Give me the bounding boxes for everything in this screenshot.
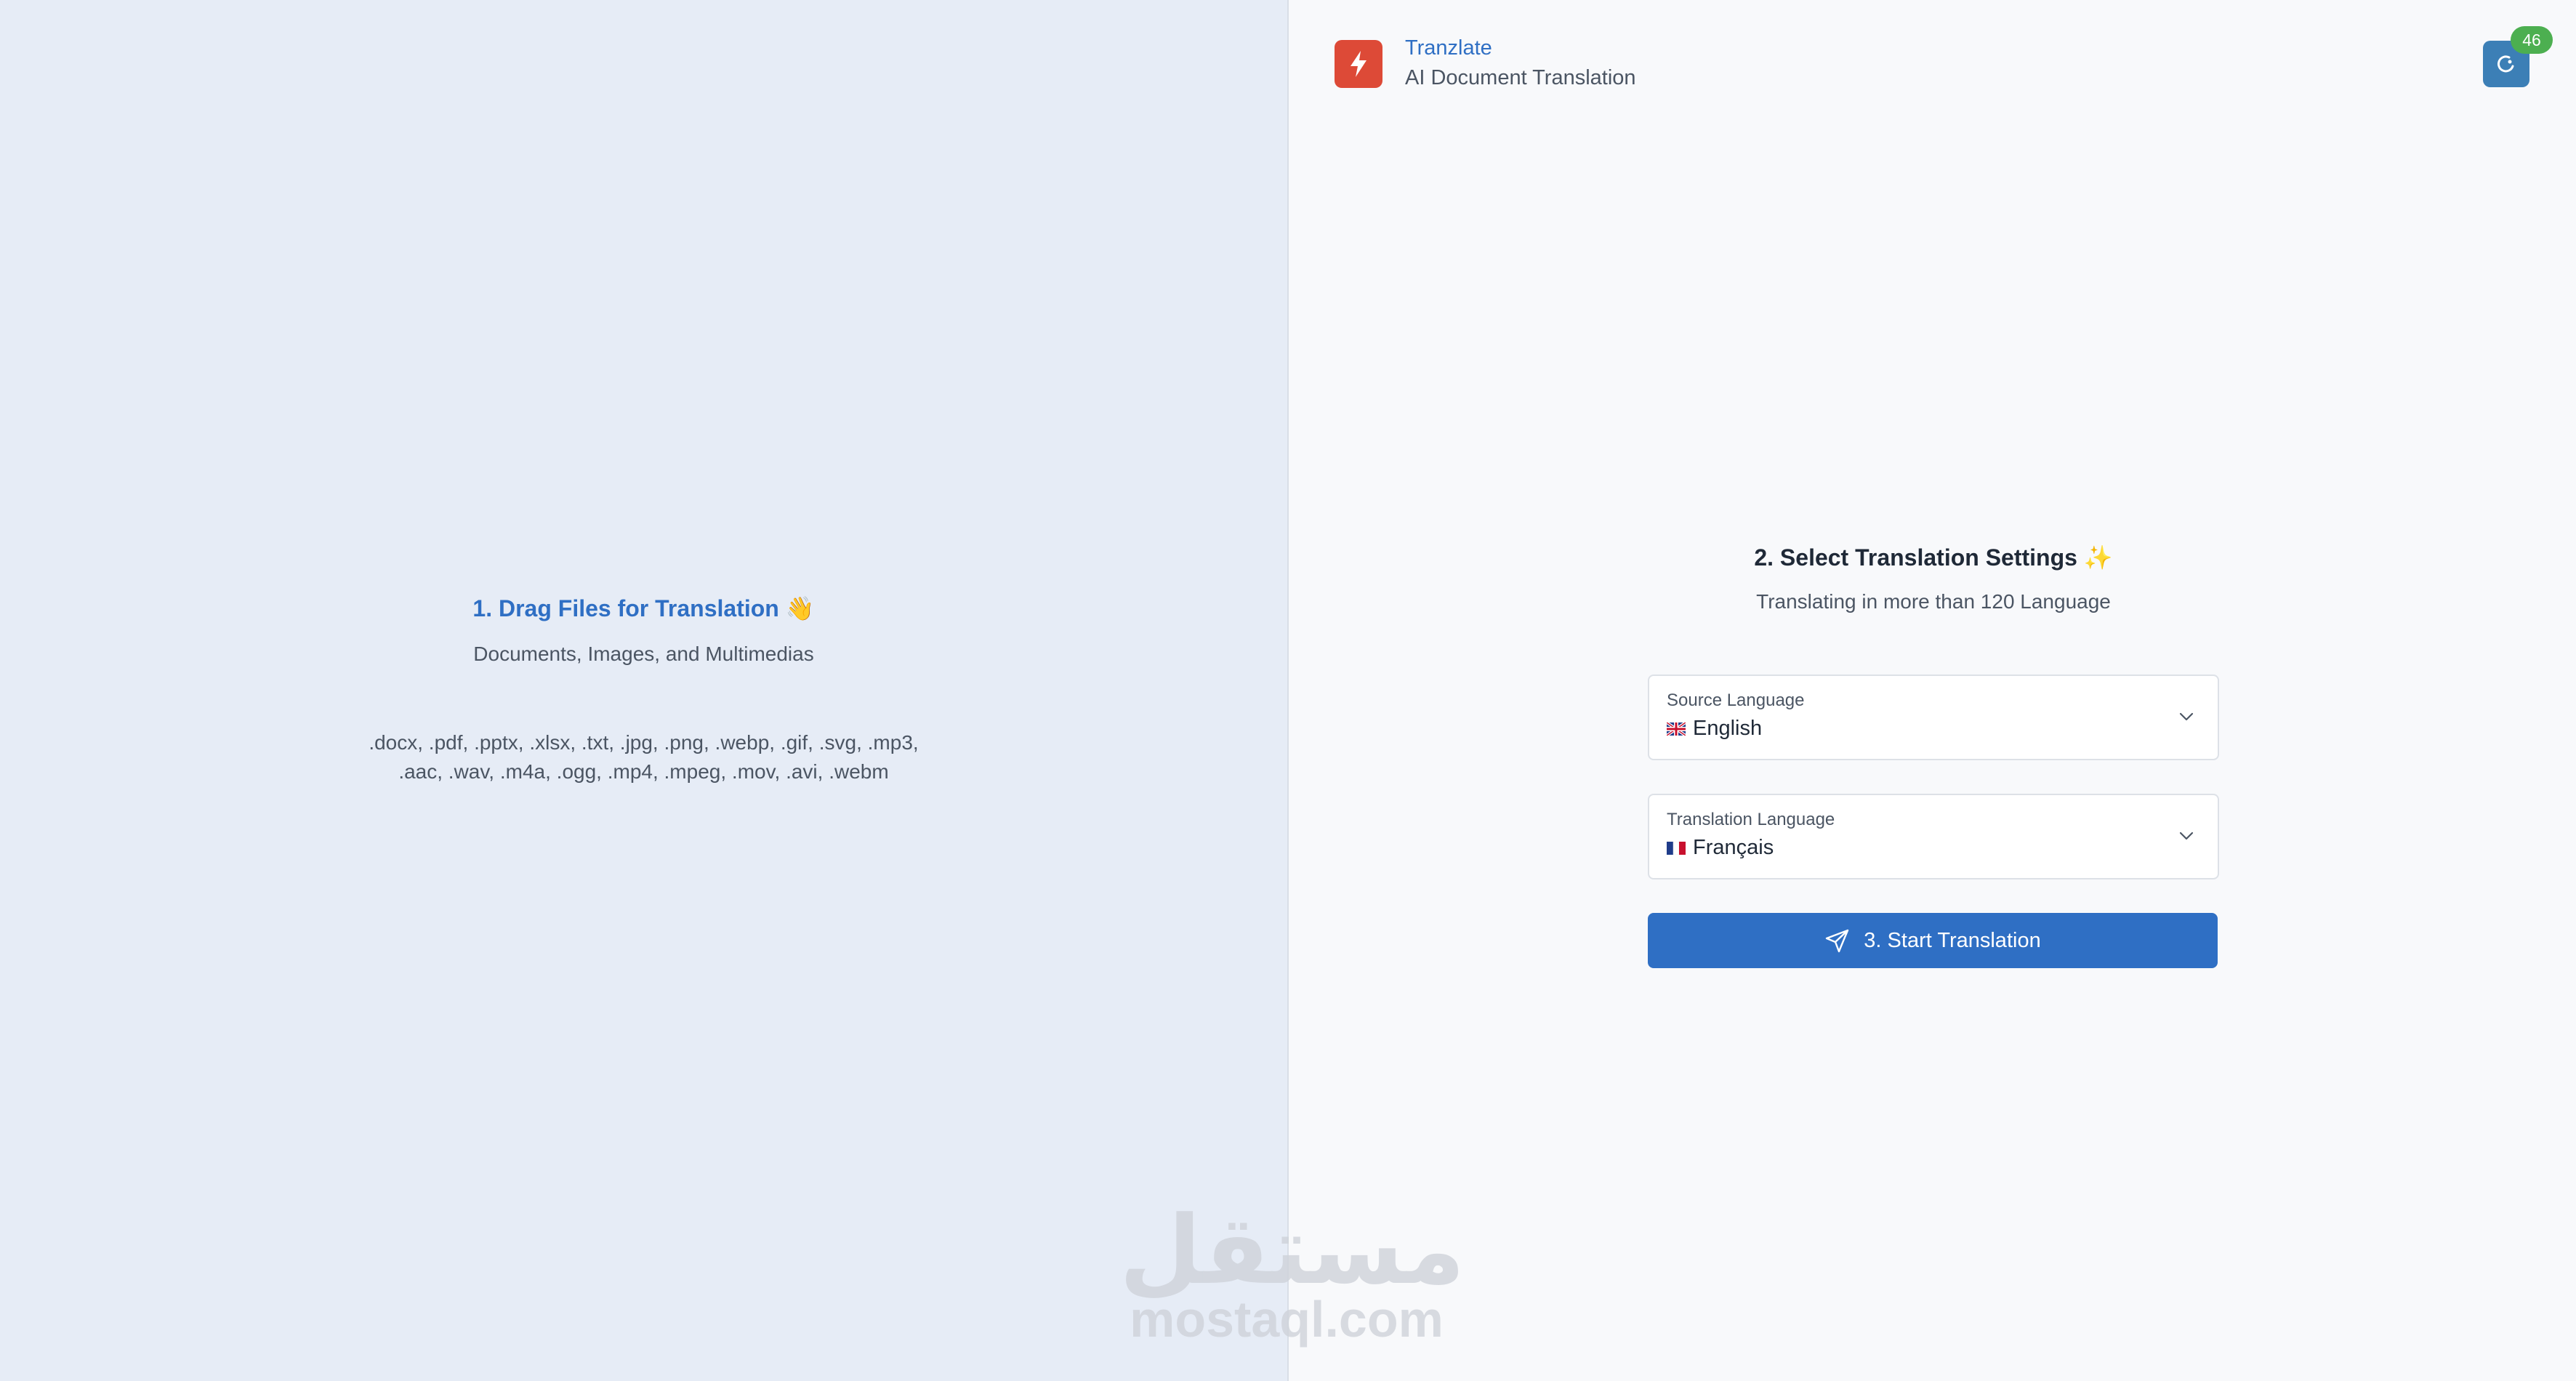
send-icon <box>1826 929 1849 953</box>
start-translation-button[interactable]: 3. Start Translation <box>1648 913 2218 968</box>
user-icon <box>2497 55 2514 73</box>
translation-language-value: Français <box>1667 836 1774 860</box>
settings-subtitle: Translating in more than 120 Language <box>1756 590 2111 613</box>
uk-flag-icon <box>1667 722 1686 736</box>
notification-badge[interactable]: 46 <box>2511 26 2553 54</box>
watermark-latin-text: mostaql.com <box>1130 1291 1444 1348</box>
chevron-down-icon <box>2179 832 2194 840</box>
watermark-logo: مستقل mostaql.com <box>1119 1195 1465 1348</box>
source-language-label: Source Language <box>1667 690 1805 710</box>
lightning-icon <box>1351 51 1367 77</box>
settings-title: 2. Select Translation Settings ✨ <box>1649 544 2218 571</box>
brand-logo[interactable] <box>1335 40 1382 88</box>
drop-zone-subtitle: Documents, Images, and Multimedias <box>473 643 814 665</box>
sparkles-emoji-icon: ✨ <box>2083 544 2113 571</box>
settings-title-text: 2. Select Translation Settings <box>1754 544 2077 571</box>
source-language-value: English <box>1667 717 1762 741</box>
supported-formats-line-2: .aac, .wav, .m4a, .ogg, .mp4, .mpeg, .mo… <box>398 760 889 783</box>
brand-name[interactable]: Tranzlate <box>1405 36 1492 60</box>
fr-flag-icon <box>1667 841 1686 855</box>
supported-formats: .docx, .pdf, .pptx, .xlsx, .txt, .jpg, .… <box>334 728 953 786</box>
source-language-text: English <box>1693 717 1763 740</box>
drop-zone-title-text: 1. Drag Files for Translation <box>472 595 779 621</box>
supported-formats-line-1: .docx, .pdf, .pptx, .xlsx, .txt, .jpg, .… <box>369 731 919 754</box>
source-language-select[interactable]: Source Language English <box>1648 675 2219 760</box>
translation-language-text: Français <box>1693 836 1774 859</box>
start-translation-label: 3. Start Translation <box>1864 928 2041 952</box>
translation-language-label: Translation Language <box>1667 810 1835 829</box>
wave-emoji-icon: 👋 <box>785 595 815 621</box>
drop-zone-title: 1. Drag Files for Translation 👋 <box>0 595 1287 622</box>
translation-language-select[interactable]: Translation Language Français <box>1648 794 2219 879</box>
chevron-down-icon <box>2179 712 2194 721</box>
brand-tagline: AI Document Translation <box>1405 66 1636 89</box>
file-drop-zone[interactable]: 1. Drag Files for Translation 👋 Document… <box>0 0 1289 1381</box>
watermark-arabic-text: مستقل <box>1119 1195 1465 1305</box>
